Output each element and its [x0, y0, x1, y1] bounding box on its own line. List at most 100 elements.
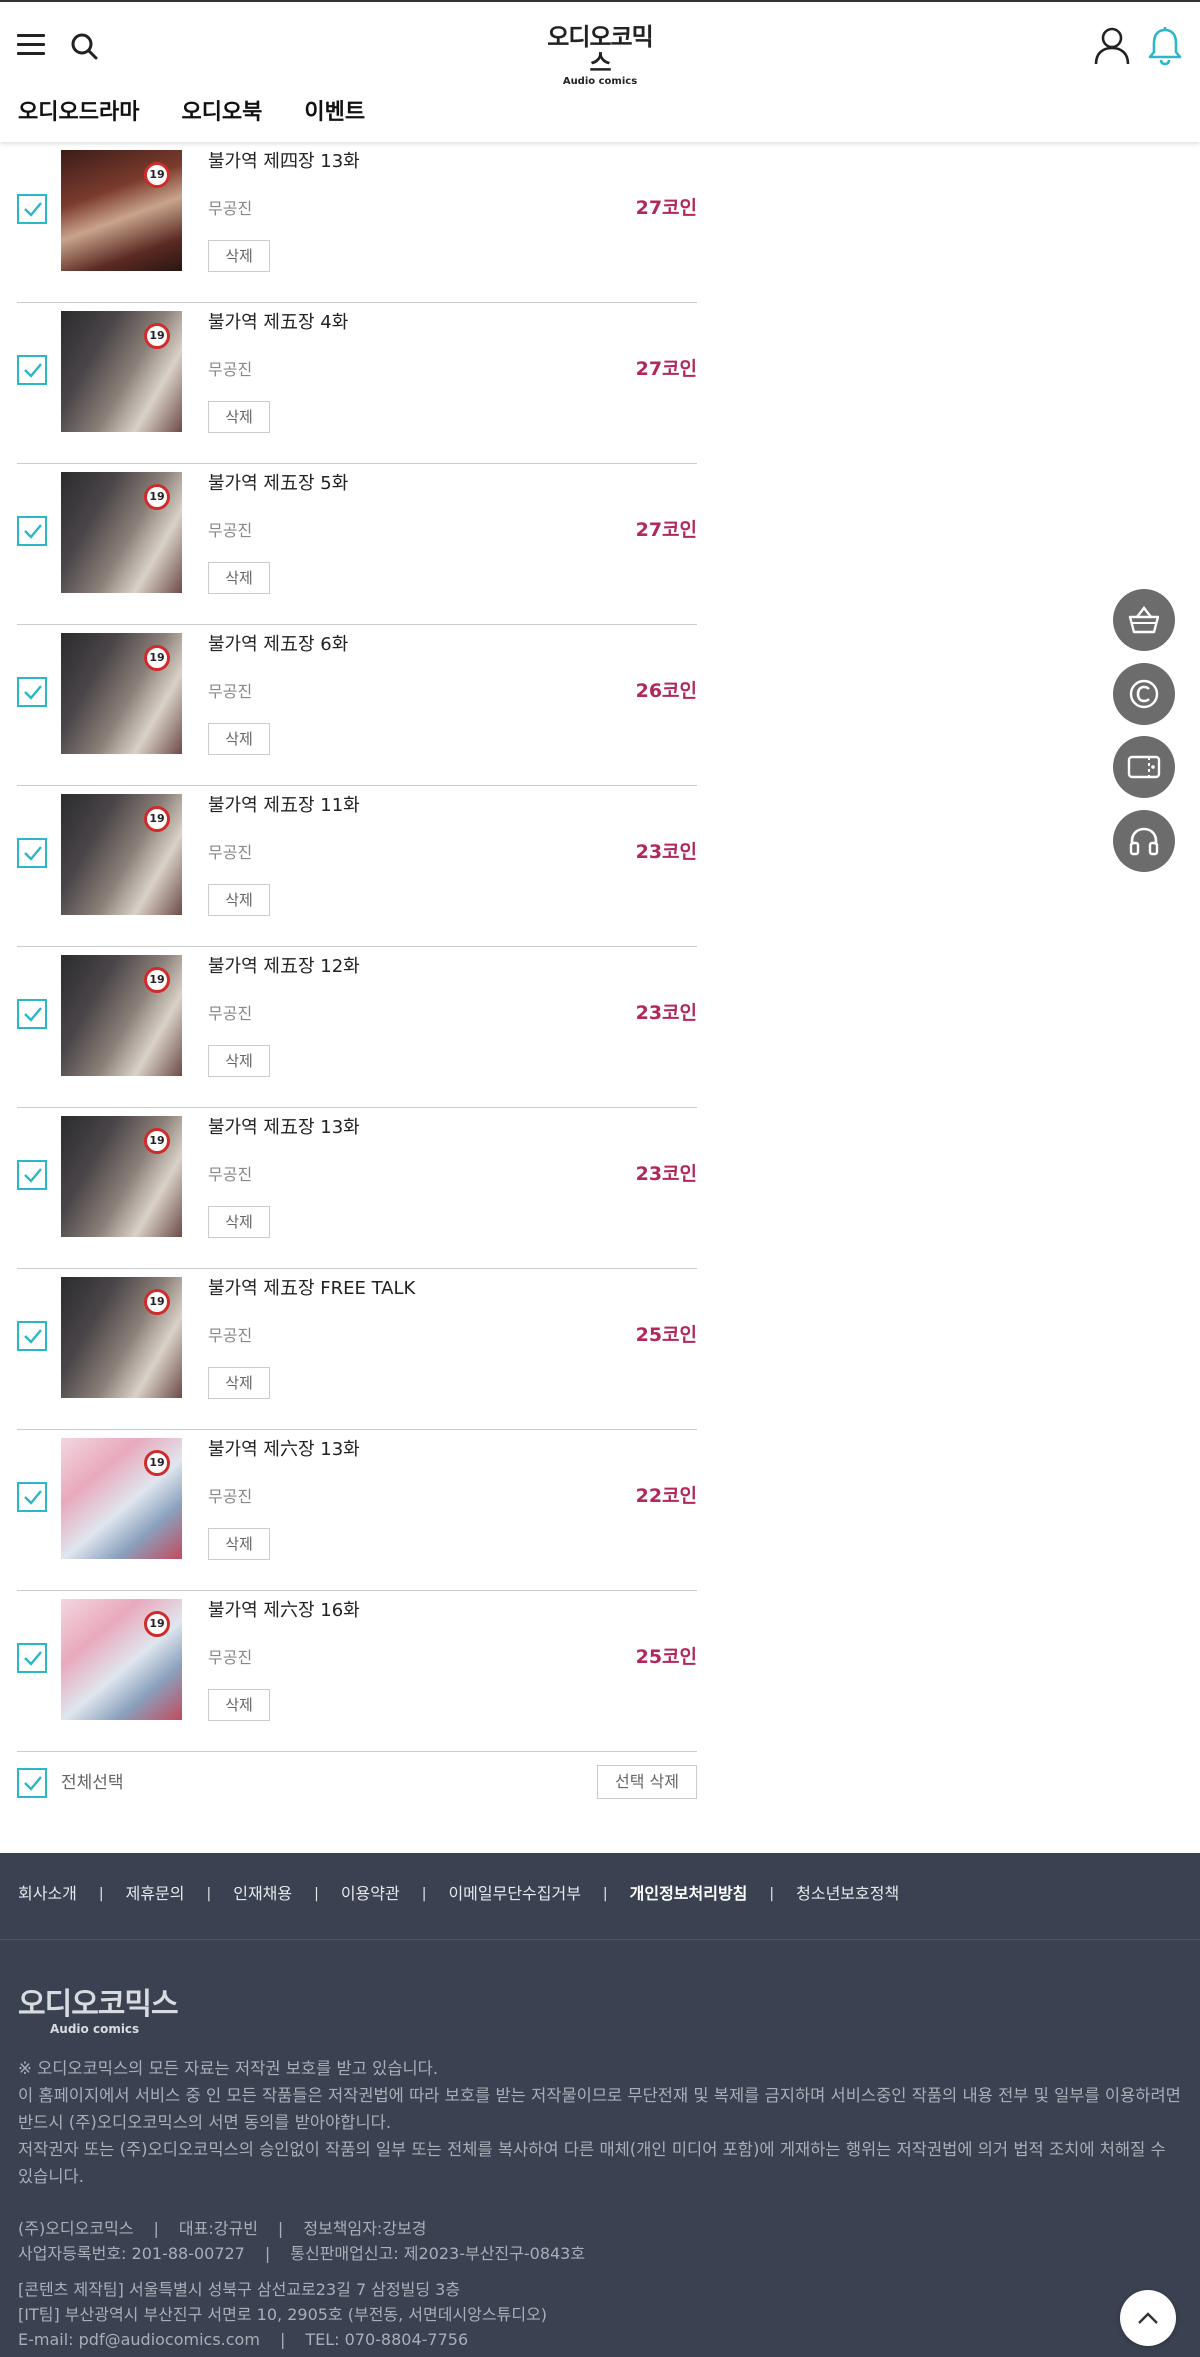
age-rating-badge: 19 [144, 967, 170, 993]
item-thumbnail[interactable]: 19 [61, 633, 182, 754]
item-checkbox[interactable] [17, 1482, 47, 1512]
footer-divider [0, 1939, 1200, 1940]
user-icon[interactable] [1093, 26, 1131, 66]
item-author: 무공진 [208, 1487, 253, 1506]
delete-button[interactable]: 삭제 [208, 240, 270, 272]
mail-order-number: 통신판매업신고: 제2023-부산진구-0843호 [290, 2244, 586, 2263]
ceo: 대표:강규빈 [178, 2219, 258, 2238]
nav-audio-drama[interactable]: 오디오드라마 [18, 98, 139, 132]
footer-logo-text: 오디오코믹스 [18, 1987, 179, 2022]
cart-item: 19 불가역 제五장 13화 무공진 23코인 삭제 [17, 1108, 697, 1269]
item-thumbnail[interactable]: 19 [61, 794, 182, 915]
delete-button[interactable]: 삭제 [208, 562, 270, 594]
cart-item: 19 불가역 제五장 FREE TALK 무공진 25코인삭제 [17, 1269, 697, 1430]
scroll-top-button[interactable] [1120, 2290, 1176, 2346]
item-checkbox[interactable] [17, 838, 47, 868]
item-title[interactable]: 불가역 제五장 4화 [208, 311, 348, 335]
footer-link-company[interactable]: 회사소개 [18, 1882, 77, 1906]
item-thumbnail[interactable]: 19 [61, 150, 182, 271]
select-all-checkbox[interactable] [17, 1768, 47, 1798]
item-title[interactable]: 불가역 제六장 16화 [208, 1599, 360, 1623]
item-price: 27코인 [635, 358, 697, 380]
header: 오디오코믹스 Audio comics 오디오드라마 오디오북 이벤트 [0, 0, 1200, 142]
delete-selected-button[interactable]: 선택 삭제 [597, 1765, 697, 1799]
ticket-icon[interactable] [1113, 736, 1175, 798]
select-all-row: 전체선택 선택 삭제 [17, 1765, 697, 1801]
cart-item: 19 불가역 제六장 13화 무공진 22코인 삭제 [17, 1430, 697, 1591]
delete-button[interactable]: 삭제 [208, 884, 270, 916]
item-title[interactable]: 불가역 제五장 13화 [208, 1116, 360, 1140]
notice-line: 이 홈페이지에서 서비스 중 인 모든 작품들은 저작권법에 따라 보호를 받는… [18, 2086, 1181, 2132]
hamburger-menu-icon[interactable] [17, 32, 47, 58]
item-thumbnail[interactable]: 19 [61, 1277, 182, 1398]
age-rating-badge: 19 [144, 1128, 170, 1154]
item-checkbox[interactable] [17, 1160, 47, 1190]
cart-item: 19 불가역 제六장 16화무공진 25코인삭제 [17, 1591, 697, 1752]
item-thumbnail[interactable]: 19 [61, 472, 182, 593]
delete-button[interactable]: 삭제 [208, 401, 270, 433]
age-rating-badge: 19 [144, 1450, 170, 1476]
item-title[interactable]: 불가역 제五장 5화 [208, 472, 348, 496]
delete-button[interactable]: 삭제 [208, 1689, 270, 1721]
item-title[interactable]: 불가역 제五장 FREE TALK [208, 1277, 415, 1301]
company-info-line-2: 사업자등록번호: 201-88-00727 | 통신판매업신고: 제2023-부산진… [18, 2241, 1183, 2266]
footer-link-privacy[interactable]: 개인정보처리방침 [630, 1882, 748, 1906]
item-checkbox[interactable] [17, 194, 47, 224]
search-icon[interactable] [68, 30, 102, 64]
age-rating-badge: 19 [144, 806, 170, 832]
logo-text: 오디오코믹스 [547, 23, 653, 77]
item-price: 26코인 [635, 680, 697, 702]
company-info-line-1: (주)오디오코믹스 | 대표:강규빈 | 정보책임자:강보경 [18, 2216, 1183, 2241]
delete-button[interactable]: 삭제 [208, 1206, 270, 1238]
footer-link-careers[interactable]: 인재채용 [233, 1882, 292, 1906]
item-checkbox[interactable] [17, 1643, 47, 1673]
item-thumbnail[interactable]: 19 [61, 311, 182, 432]
item-checkbox[interactable] [17, 1321, 47, 1351]
item-author: 무공진 [208, 1648, 253, 1667]
phone: TEL: 070-8804-7756 [305, 2330, 469, 2349]
item-price: 25코인 [635, 1646, 697, 1668]
footer-link-terms[interactable]: 이용약관 [341, 1882, 400, 1906]
headphones-icon[interactable] [1113, 810, 1175, 872]
item-title[interactable]: 불가역 제六장 13화 [208, 1438, 360, 1462]
footer-link-email-refusal[interactable]: 이메일무단수집거부 [448, 1882, 580, 1906]
footer-separator: | [769, 1886, 775, 1902]
cart-item: 19 불가역 제五장 11화 무공진 23코인 삭제 [17, 786, 697, 947]
item-title[interactable]: 불가역 제四장 13화 [208, 150, 360, 174]
logo[interactable]: 오디오코믹스 Audio comics [538, 24, 662, 87]
item-checkbox[interactable] [17, 516, 47, 546]
delete-button[interactable]: 삭제 [208, 1528, 270, 1560]
cart-item: 19 불가역 제五장 5화 무공진 27코인 삭제 [17, 464, 697, 625]
nav-event[interactable]: 이벤트 [304, 98, 365, 132]
logo-subtext: Audio comics [562, 76, 638, 87]
footer-link-youth-protection[interactable]: 청소년보호정책 [796, 1882, 899, 1906]
item-checkbox[interactable] [17, 677, 47, 707]
footer-link-partnership[interactable]: 제휴문의 [126, 1882, 185, 1906]
item-title[interactable]: 불가역 제五장 12화 [208, 955, 360, 979]
item-thumbnail[interactable]: 19 [61, 1438, 182, 1559]
footer-links: 회사소개 | 제휴문의 | 인재채용 | 이용약관 | 이메일무단수집거부 | … [18, 1879, 899, 1909]
cart-item: 19 불가역 제五장 12화 무공진 23코인 삭제 [17, 947, 697, 1108]
email[interactable]: E-mail: pdf@audiocomics.com [18, 2330, 260, 2349]
delete-button[interactable]: 삭제 [208, 723, 270, 755]
item-price: 25코인 [635, 1324, 697, 1346]
item-author: 무공진 [208, 843, 253, 862]
item-thumbnail[interactable]: 19 [61, 1599, 182, 1720]
info-separator: | [277, 2219, 284, 2238]
item-thumbnail[interactable]: 19 [61, 1116, 182, 1237]
business-number: 사업자등록번호: 201-88-00727 [18, 2244, 245, 2263]
delete-button[interactable]: 삭제 [208, 1367, 270, 1399]
delete-button[interactable]: 삭제 [208, 1045, 270, 1077]
item-checkbox[interactable] [17, 999, 47, 1029]
basket-icon[interactable] [1113, 589, 1175, 651]
nav-audio-book[interactable]: 오디오북 [181, 98, 262, 132]
coin-icon[interactable] [1113, 663, 1175, 725]
item-thumbnail[interactable]: 19 [61, 955, 182, 1076]
item-author: 무공진 [208, 1326, 253, 1345]
bell-icon[interactable] [1147, 26, 1183, 66]
item-title[interactable]: 불가역 제五장 11화 [208, 794, 360, 818]
footer-separator: | [98, 1886, 104, 1902]
age-rating-badge: 19 [144, 162, 170, 188]
item-checkbox[interactable] [17, 355, 47, 385]
item-title[interactable]: 불가역 제五장 6화 [208, 633, 348, 657]
